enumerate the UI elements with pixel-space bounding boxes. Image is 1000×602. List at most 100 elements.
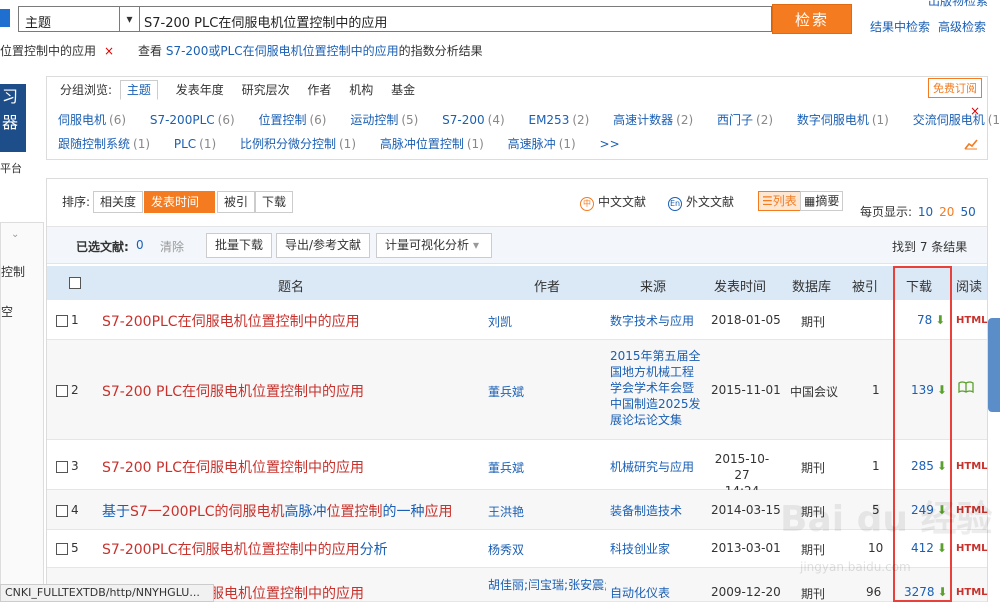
col-db[interactable]: 数据库: [792, 276, 831, 295]
keyword-link[interactable]: 高脉冲位置控制 (1): [380, 137, 484, 151]
author-link[interactable]: 胡佳丽;闫宝瑞;张安震;李庆春;何开东: [488, 576, 606, 593]
row-checkbox[interactable]: [56, 505, 68, 517]
html-read-link[interactable]: HTML: [956, 315, 988, 326]
cited-count[interactable]: 96: [866, 585, 881, 599]
result-title-link[interactable]: S7-200PLC在伺服电机位置控制中的应用: [102, 311, 360, 331]
keyword-link[interactable]: 西门子 (2): [717, 113, 773, 127]
per-page-50[interactable]: 50: [960, 205, 975, 219]
result-title-link[interactable]: S7-200 PLC在伺服电机位置控制中的应用: [102, 457, 364, 477]
row-checkbox[interactable]: [56, 315, 68, 327]
tab-year[interactable]: 发表年度: [176, 83, 224, 97]
source-link[interactable]: 数字技术与应用: [610, 313, 694, 329]
source-link[interactable]: 科技创业家: [610, 541, 670, 557]
result-title-link[interactable]: 伺服电机位置控制中的应用: [196, 583, 364, 602]
col-title[interactable]: 题名: [278, 276, 304, 295]
cited-count[interactable]: 1: [872, 459, 880, 473]
database: 期刊: [801, 587, 826, 601]
html-read-link[interactable]: HTML: [956, 587, 988, 598]
keyword-link[interactable]: 位置控制 (6): [258, 113, 326, 127]
html-read-link[interactable]: HTML: [956, 461, 988, 472]
keyword-link[interactable]: 交流伺服电机(1): [913, 113, 1000, 127]
cited-count[interactable]: 10: [868, 541, 883, 555]
summary-view-button[interactable]: ▦摘要: [800, 191, 844, 211]
history-query[interactable]: 位置控制中的应用: [0, 44, 96, 58]
source-link[interactable]: 2015年第五届全 国地方机械工程 学会学术年会暨 中国制造2025发 展论坛论…: [610, 348, 701, 428]
promo-tile[interactable]: 习 器: [0, 84, 26, 152]
select-all-checkbox[interactable]: [69, 277, 81, 289]
keyword-link[interactable]: 跟随控制系统 (1): [58, 137, 150, 151]
export-button[interactable]: 导出/参考文献: [276, 233, 371, 258]
keyword-link[interactable]: EM253 (2): [528, 113, 589, 127]
book-icon[interactable]: [958, 381, 974, 396]
list-view-button[interactable]: ☰列表: [758, 191, 801, 211]
visual-analysis-dropdown[interactable]: 计量可视化分析 ▾: [376, 233, 492, 258]
author-link[interactable]: 杨秀双: [488, 541, 524, 558]
search-field-select[interactable]: 主题 ▾: [18, 6, 140, 32]
tab-author[interactable]: 作者: [307, 83, 331, 97]
cited-count[interactable]: 1: [872, 383, 880, 397]
keyword-link[interactable]: 伺服电机 (6): [58, 113, 126, 127]
result-title-link[interactable]: S7-200 PLC在伺服电机位置控制中的应用: [102, 381, 364, 401]
keyword-link[interactable]: S7-200PLC (6): [150, 113, 235, 127]
author-link[interactable]: 刘凯: [488, 313, 512, 330]
feedback-side-tab[interactable]: [988, 318, 1000, 412]
keyword-link[interactable]: 数字伺服电机 (1): [797, 113, 889, 127]
chinese-docs-filter[interactable]: 中中文文献: [580, 193, 646, 211]
author-link[interactable]: 董兵斌: [488, 459, 524, 476]
free-subscribe-button[interactable]: 免费订阅: [928, 78, 982, 98]
col-author[interactable]: 作者: [534, 276, 560, 295]
tab-topic[interactable]: 主题: [119, 80, 158, 100]
source-link[interactable]: 自动化仪表: [610, 585, 670, 601]
keyword-link[interactable]: PLC (1): [174, 137, 216, 151]
row-checkbox[interactable]: [56, 543, 68, 555]
close-icon[interactable]: ×: [970, 104, 980, 118]
per-page-20[interactable]: 20: [939, 205, 954, 219]
publication-search-link[interactable]: 出版物检索: [928, 0, 988, 9]
left-filter-item[interactable]: 空: [1, 303, 13, 320]
per-page-10[interactable]: 10: [918, 205, 933, 219]
result-title-link[interactable]: S7-200PLC在伺服电机位置控制中的应用分析: [102, 539, 388, 559]
author-link[interactable]: 董兵斌: [488, 383, 524, 400]
search-input[interactable]: S7-200 PLC在伺服电机位置控制中的应用: [140, 6, 772, 32]
source-link[interactable]: 装备制造技术: [610, 503, 682, 519]
close-icon[interactable]: ×: [104, 44, 114, 58]
watermark-url: jingyan.baidu.com: [800, 560, 911, 574]
tab-org[interactable]: 机构: [349, 83, 373, 97]
clear-selection-button[interactable]: 清除: [160, 238, 184, 255]
sort-cited[interactable]: 被引: [217, 191, 256, 213]
tab-level[interactable]: 研究层次: [242, 83, 290, 97]
result-title-link[interactable]: 基于S7一200PLC的伺服电机高脉冲位置控制的一种应用: [102, 501, 453, 521]
more-keywords-link[interactable]: >>: [600, 137, 620, 151]
search-in-results-link[interactable]: 结果中检索: [870, 18, 930, 35]
col-read[interactable]: 阅读: [956, 276, 982, 295]
keyword-link[interactable]: 比例积分微分控制 (1): [240, 137, 356, 151]
author-link[interactable]: 王洪艳: [488, 503, 524, 520]
sort-relevance[interactable]: 相关度: [93, 191, 144, 213]
row-checkbox[interactable]: [56, 385, 68, 397]
html-read-link[interactable]: HTML: [956, 543, 988, 554]
tab-fund[interactable]: 基金: [391, 83, 415, 97]
chevron-down-icon[interactable]: ⌄: [11, 229, 19, 240]
watermark: Bai du 经验: [780, 499, 993, 540]
chart-icon[interactable]: [964, 138, 978, 153]
search-button[interactable]: 检索: [772, 4, 852, 34]
sort-date[interactable]: 发表时间⬇: [144, 191, 215, 229]
checkbox-icon[interactable]: [0, 9, 10, 27]
source-link[interactable]: 机械研究与应用: [610, 459, 694, 475]
chevron-down-icon[interactable]: ▾: [119, 7, 139, 31]
col-date[interactable]: 发表时间: [714, 276, 766, 295]
batch-download-button[interactable]: 批量下载: [206, 233, 273, 258]
row-checkbox[interactable]: [56, 461, 68, 473]
keyword-link[interactable]: 高速脉冲 (1): [508, 137, 576, 151]
left-filter-item[interactable]: 控制: [1, 263, 25, 280]
index-analysis-link[interactable]: S7-200或PLC在伺服电机位置控制中的应用: [166, 44, 399, 58]
foreign-docs-filter[interactable]: En 外文文献: [668, 193, 734, 211]
chevron-down-icon: ▾: [473, 238, 480, 252]
col-cited[interactable]: 被引: [852, 276, 878, 295]
advanced-search-link[interactable]: 高级检索: [938, 18, 986, 35]
sort-download[interactable]: 下载: [255, 191, 294, 213]
keyword-link[interactable]: 高速计数器 (2): [613, 113, 693, 127]
keyword-link[interactable]: 运动控制 (5): [350, 113, 418, 127]
keyword-link[interactable]: S7-200 (4): [442, 113, 505, 127]
col-source[interactable]: 来源: [640, 276, 666, 295]
